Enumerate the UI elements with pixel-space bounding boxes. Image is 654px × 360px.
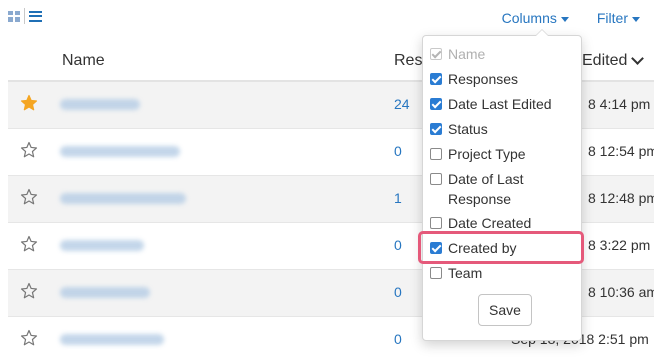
column-option-status[interactable]: Status: [430, 119, 568, 139]
column-option-label: Status: [448, 121, 488, 137]
checkbox[interactable]: [430, 123, 442, 135]
date-edited: 8 12:54 pm: [588, 143, 654, 159]
column-option-label: Team: [448, 265, 483, 281]
filter-label: Filter: [596, 10, 628, 26]
column-option-name: Name: [430, 44, 568, 64]
star-outline-icon[interactable]: [20, 141, 38, 159]
column-option-project-type[interactable]: Project Type: [430, 144, 568, 164]
save-button[interactable]: Save: [478, 294, 532, 326]
column-option-created-by[interactable]: Created by: [430, 238, 568, 258]
column-option-team[interactable]: Team: [430, 263, 568, 283]
checkbox[interactable]: [430, 267, 442, 279]
project-name-blurred[interactable]: [60, 146, 180, 157]
date-edited: 8 3:22 pm: [588, 237, 651, 253]
star-outline-icon[interactable]: [20, 188, 38, 206]
star-outline-icon[interactable]: [20, 329, 38, 347]
column-option-date-last-edited[interactable]: Date Last Edited: [430, 94, 568, 114]
checkbox[interactable]: [430, 73, 442, 85]
responses-count[interactable]: 0: [394, 237, 402, 253]
list-view-icon[interactable]: [29, 10, 42, 22]
header-edited-label: Edited: [582, 52, 628, 69]
checkbox[interactable]: [430, 98, 442, 110]
column-option-label: Date of Last Response: [448, 171, 524, 207]
columns-label: Columns: [501, 10, 557, 26]
responses-count[interactable]: 1: [394, 190, 402, 206]
column-option-label: Responses: [448, 71, 519, 87]
star-outline-icon[interactable]: [20, 235, 38, 253]
star-outline-icon[interactable]: [20, 282, 38, 300]
column-option-label: Name: [448, 46, 486, 62]
sort-chevron-down-icon: [631, 52, 645, 65]
project-name-blurred[interactable]: [60, 99, 140, 110]
project-name-blurred[interactable]: [60, 193, 186, 204]
column-option-label: Date Last Edited: [448, 96, 552, 112]
column-option-label: Created by: [448, 240, 517, 256]
project-name-blurred[interactable]: [60, 287, 150, 298]
view-toggle: [8, 8, 42, 24]
column-option-responses[interactable]: Responses: [430, 69, 568, 89]
header-edited[interactable]: Edited: [582, 52, 645, 70]
responses-count[interactable]: 0: [394, 143, 402, 159]
column-option-date-of-last-response[interactable]: Date of Last Response: [430, 169, 568, 209]
column-option-date-created[interactable]: Date Created: [430, 213, 568, 233]
columns-button[interactable]: Columns: [502, 10, 569, 26]
column-option-label: Date Created: [448, 215, 532, 231]
project-name-blurred[interactable]: [60, 240, 144, 251]
responses-count[interactable]: 0: [394, 284, 402, 300]
divider: [24, 8, 25, 24]
checkbox[interactable]: [430, 173, 442, 185]
caret-down-icon: [560, 16, 569, 22]
project-name-blurred[interactable]: [60, 334, 164, 345]
columns-dropdown: Name Responses Date Last Edited Status Proje…: [422, 29, 582, 341]
checkbox[interactable]: [430, 148, 442, 160]
responses-count[interactable]: 0: [394, 331, 402, 347]
grid-view-icon[interactable]: [8, 10, 20, 22]
filter-button[interactable]: Filter: [597, 10, 640, 26]
checkbox[interactable]: [430, 242, 442, 254]
checkbox[interactable]: [430, 217, 442, 229]
date-edited: 8 4:14 pm: [588, 96, 651, 112]
date-edited: 8 12:48 pm: [588, 190, 654, 206]
caret-down-icon: [632, 16, 640, 22]
responses-count[interactable]: 24: [394, 96, 410, 112]
header-name[interactable]: Name: [62, 52, 105, 70]
checkbox: [430, 48, 442, 60]
column-option-label: Project Type: [448, 146, 526, 162]
toolbar: Columns Filter: [502, 10, 640, 26]
date-edited: 8 10:36 am: [588, 284, 654, 300]
star-filled-icon[interactable]: [20, 94, 38, 112]
